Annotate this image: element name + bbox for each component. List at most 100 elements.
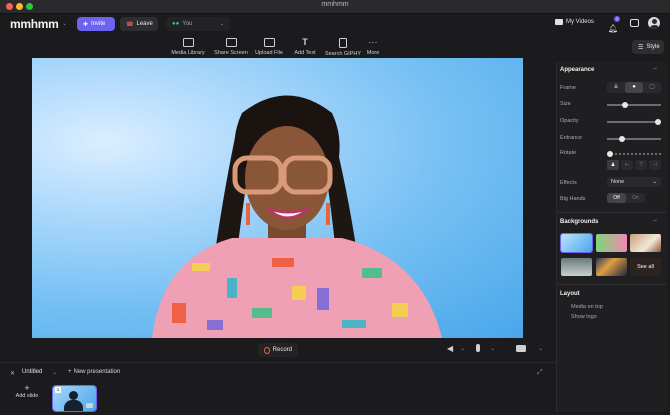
panel-divider — [557, 284, 667, 285]
effects-dropdown[interactable]: None ⌄ — [607, 177, 661, 187]
opacity-slider[interactable] — [607, 118, 661, 125]
layout-option-media-on-top[interactable]: Media on top — [571, 304, 603, 310]
effects-value: None — [611, 179, 625, 185]
size-slider-knob[interactable] — [622, 101, 629, 108]
more-label: More — [366, 50, 380, 56]
expand-slides-icon[interactable]: ⤢ — [537, 369, 543, 377]
participants-selector[interactable]: ●● You ⌄ — [166, 17, 230, 31]
camera-icon[interactable] — [516, 345, 526, 352]
add-person-icon: ✚ — [83, 21, 89, 28]
slide-thumbnail[interactable]: 1 — [52, 385, 97, 412]
participant-label: You — [182, 21, 193, 27]
collapse-appearance-icon[interactable]: – — [653, 65, 657, 72]
background-thumb-room[interactable] — [630, 234, 661, 252]
app-logo: mmhmm — [10, 17, 59, 31]
big-hands-on-option[interactable]: On — [626, 193, 645, 203]
size-slider[interactable] — [607, 101, 661, 108]
more-button[interactable]: ··· More — [353, 37, 393, 57]
video-stage[interactable] — [32, 58, 523, 338]
plus-icon: + — [68, 369, 72, 375]
rotate-upright-icon[interactable]: ♟ — [607, 160, 619, 170]
style-button[interactable]: ☰ Style — [632, 40, 664, 54]
giphy-icon — [339, 38, 347, 48]
rotate-right-icon[interactable]: ⊣ — [649, 160, 661, 170]
share-screen-button[interactable]: Share Screen — [211, 38, 251, 56]
speaker-icon[interactable]: ◀︎ — [447, 344, 453, 353]
invite-label: Invite — [91, 21, 106, 27]
microphone-icon[interactable] — [476, 344, 480, 352]
presenter-video — [152, 95, 442, 338]
slide-presenter-silhouette — [64, 400, 83, 411]
collapse-backgrounds-icon[interactable]: – — [653, 217, 657, 224]
logo-menu-chevron-icon[interactable]: ⌄ — [62, 20, 67, 27]
appearance-heading: Appearance — [560, 67, 595, 73]
background-thumb-blue[interactable] — [560, 233, 593, 253]
more-icon: ··· — [368, 37, 378, 47]
chat-icon[interactable] — [630, 19, 639, 27]
my-videos-label: My Videos — [566, 19, 594, 25]
entrance-slider-knob[interactable] — [619, 135, 625, 142]
speaker-chevron-icon[interactable]: ⌄ — [460, 345, 465, 352]
rotate-slider[interactable] — [607, 150, 661, 157]
layout-heading: Layout — [560, 291, 580, 297]
see-all-label: See all — [637, 264, 654, 270]
frame-rectangle-icon[interactable]: ▢ — [643, 82, 661, 93]
rotate-top-icon[interactable]: ⊤ — [635, 160, 647, 170]
presentation-name[interactable]: Untitled — [22, 369, 42, 375]
rotate-label: Rotate — [560, 150, 577, 156]
frame-selector[interactable]: ♟ ● ▢ — [607, 82, 661, 93]
big-hands-label: Big Hands — [560, 196, 586, 202]
plus-icon: + — [24, 383, 30, 393]
frame-circle-icon[interactable]: ● — [625, 82, 643, 93]
add-slide-button[interactable]: + Add slide — [6, 383, 48, 411]
share-screen-label: Share Screen — [214, 50, 248, 56]
slide-presenter-silhouette — [69, 391, 78, 400]
frame-silhouette-icon[interactable]: ♟ — [607, 82, 625, 93]
size-label: Size — [560, 101, 571, 107]
add-text-button[interactable]: T Add Text — [285, 38, 325, 57]
opacity-slider-knob[interactable] — [655, 118, 661, 125]
close-presentation-icon[interactable]: ✕ — [10, 370, 15, 377]
effects-label: Effects — [560, 180, 577, 186]
record-label: Record — [272, 347, 292, 353]
upload-file-icon — [263, 38, 275, 47]
window-title: mmhmm — [321, 1, 349, 8]
media-library-button[interactable]: Media Library — [168, 38, 208, 56]
my-videos-button[interactable]: My Videos — [555, 19, 594, 25]
invite-button[interactable]: ✚ Invite — [77, 17, 115, 31]
background-thumb-gradient[interactable] — [596, 234, 627, 252]
rotate-slider-knob[interactable] — [607, 150, 613, 157]
background-thumb-planet[interactable] — [561, 258, 592, 276]
leave-phone-icon: ☎ — [126, 21, 134, 28]
big-hands-toggle[interactable]: Off On — [607, 193, 645, 203]
big-hands-off-option[interactable]: Off — [607, 193, 626, 203]
see-all-backgrounds-button[interactable]: See all — [630, 258, 661, 276]
rotate-left-icon[interactable]: ⊢ — [621, 160, 633, 170]
leave-button[interactable]: ☎ Leave — [120, 17, 158, 31]
add-text-label: Add Text — [294, 50, 316, 56]
opacity-label: Opacity — [560, 118, 579, 124]
media-library-label: Media Library — [171, 50, 205, 56]
record-icon — [264, 346, 270, 354]
panel-divider — [557, 212, 667, 213]
style-label: Style — [646, 44, 660, 50]
record-button[interactable]: Record — [258, 343, 298, 357]
notifications-button[interactable]: 🔔︎ 1 — [608, 16, 620, 33]
upload-file-button[interactable]: Upload File — [249, 38, 289, 56]
window-title-bar: mmhmm — [0, 0, 670, 14]
layout-option-show-logo[interactable]: Show logo — [571, 314, 597, 320]
microphone-chevron-icon[interactable]: ⌄ — [490, 345, 495, 352]
background-thumb-night[interactable] — [596, 258, 627, 276]
slide-number-badge: 1 — [55, 387, 61, 393]
monitor-icon — [225, 38, 237, 47]
presentation-chevron-icon[interactable]: ⌄ — [52, 369, 57, 376]
entrance-slider[interactable] — [607, 135, 661, 142]
slides-bar: ✕ Untitled ⌄ + New presentation ⤢ + Add … — [0, 362, 556, 415]
new-presentation-button[interactable]: + New presentation — [68, 369, 120, 375]
camera-chevron-icon[interactable]: ⌄ — [538, 345, 543, 352]
avatar[interactable] — [648, 17, 660, 29]
slide-camera-icon — [86, 403, 93, 408]
backgrounds-heading: Backgrounds — [560, 219, 599, 225]
media-library-icon — [182, 38, 194, 47]
rotate-presets: ♟ ⊢ ⊤ ⊣ — [607, 160, 661, 170]
